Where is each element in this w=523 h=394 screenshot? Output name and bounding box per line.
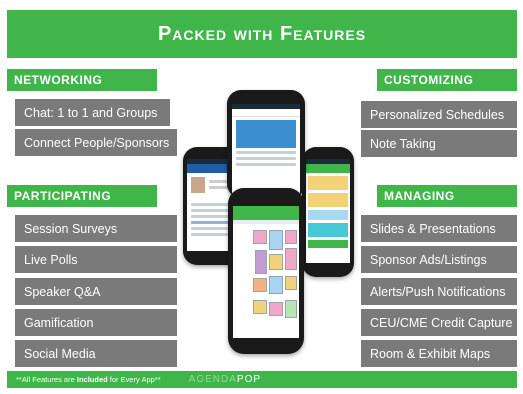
feature-slides-presentations: Slides & Presentations <box>361 215 517 242</box>
feature-sponsor-ads: Sponsor Ads/Listings <box>361 246 517 273</box>
center-front-phone <box>228 188 304 354</box>
section-heading-managing: MANAGING <box>377 185 517 207</box>
footer-note-bold: Included <box>76 375 108 384</box>
agendapop-logo: AGENDAPOP <box>188 374 262 385</box>
feature-alerts-push: Alerts/Push Notifications <box>361 278 517 305</box>
footer-bar: **All Features are Included for Every Ap… <box>7 371 517 388</box>
feature-session-surveys: Session Surveys <box>15 215 177 242</box>
section-heading-networking: NETWORKING <box>7 69 157 91</box>
footer-note: **All Features are Included for Every Ap… <box>16 375 161 384</box>
feature-note-taking: Note Taking <box>361 130 517 157</box>
section-heading-participating: PARTICIPATING <box>7 185 157 207</box>
feature-social-media: Social Media <box>15 340 177 367</box>
feature-chat: Chat: 1 to 1 and Groups <box>15 99 170 126</box>
center-back-phone <box>227 90 305 198</box>
slide-title: Packed with Features <box>7 10 517 58</box>
feature-room-maps: Room & Exhibit Maps <box>361 340 517 367</box>
feature-gamification: Gamification <box>15 309 177 336</box>
feature-ceu-cme: CEU/CME Credit Capture <box>361 309 517 336</box>
feature-connect: Connect People/Sponsors <box>15 129 177 156</box>
feature-live-polls: Live Polls <box>15 246 177 273</box>
section-heading-customizing: CUSTOMIZING <box>377 69 517 91</box>
right-phone <box>302 147 354 277</box>
feature-personalized-schedules: Personalized Schedules <box>361 101 517 128</box>
feature-speaker-qa: Speaker Q&A <box>15 278 177 305</box>
feature-slide: Packed with Features NETWORKING Chat: 1 … <box>0 0 523 394</box>
